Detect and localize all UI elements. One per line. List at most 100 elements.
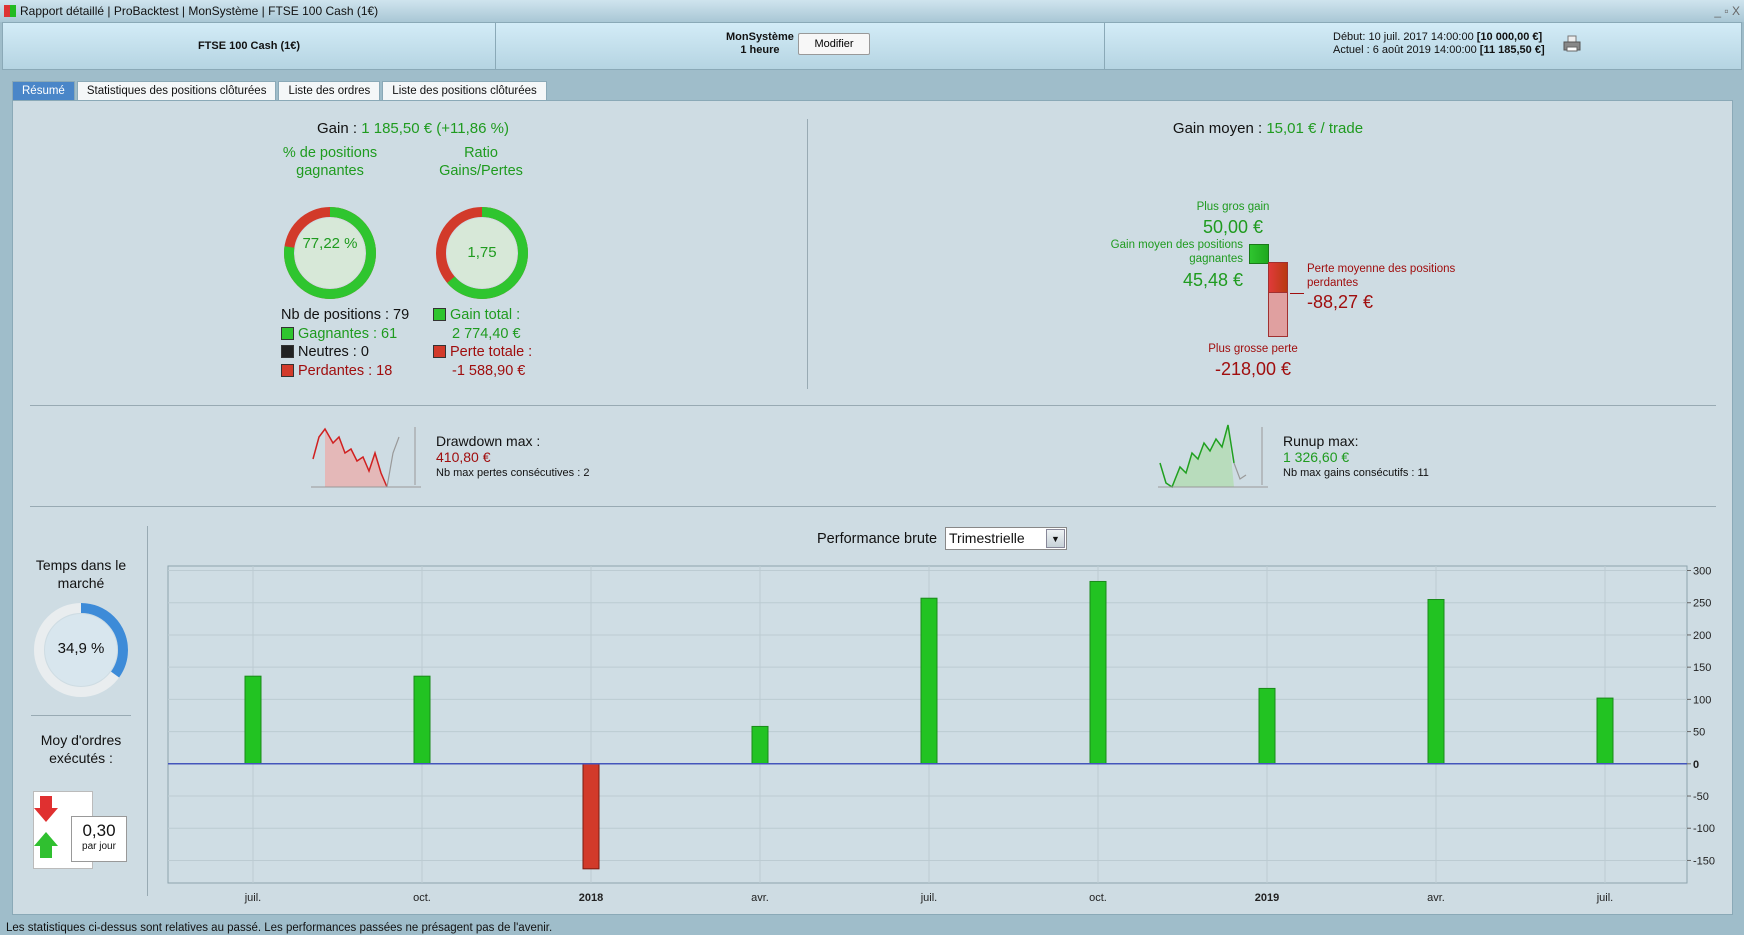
avg-win-bar (1249, 244, 1269, 264)
y-tick-label: 200 (1693, 630, 1711, 642)
worst-label: Plus grosse perte (1208, 343, 1298, 355)
winners-swatch (281, 326, 294, 340)
avg-win-label: Gain moyen des positions gagnantes (1110, 239, 1243, 265)
x-tick-label: 2018 (579, 892, 603, 904)
chevron-down-icon[interactable]: ▼ (1046, 529, 1065, 548)
report-header: FTSE 100 Cash (1€) MonSystème 1 heure Mo… (2, 22, 1742, 70)
y-tick-label: 250 (1693, 598, 1711, 610)
x-tick-label: avr. (1427, 892, 1445, 904)
divider (31, 715, 131, 716)
runup-value: 1 326,60 € (1283, 449, 1350, 465)
total-loss-label: Perte totale : (450, 344, 533, 360)
total-gain: 2 774,40 € (452, 325, 521, 342)
x-tick-label: juil. (920, 892, 938, 904)
current-label: Actuel : (1333, 44, 1370, 56)
winners-count: Gagnantes : 61 (298, 325, 398, 342)
tab-order-list[interactable]: Liste des ordres (278, 81, 381, 101)
orders-value-box: 0,30 par jour (71, 816, 127, 862)
orders-unit: par jour (82, 841, 116, 852)
bar (582, 763, 600, 870)
drawdown-value: 410,80 € (436, 449, 491, 465)
bar (1258, 687, 1276, 765)
best-label: Plus gros gain (1196, 201, 1270, 213)
losers-swatch (281, 363, 294, 377)
total-gain-label: Gain total : (450, 307, 521, 323)
market-time-label: Temps dans le marché (35, 557, 127, 591)
y-tick-label: 0 (1693, 759, 1699, 771)
gain-label: Gain : (317, 120, 358, 137)
totals: Gain total : 2 774,40 € Perte totale : -… (433, 306, 532, 380)
app-icon (4, 5, 16, 17)
system-name: MonSystème (726, 31, 794, 43)
drawdown-sub: Nb max pertes consécutives : 2 (436, 467, 590, 479)
drawdown-info: Drawdown max : 410,80 € Nb max pertes co… (436, 433, 589, 481)
tab-closed-position-stats[interactable]: Statistiques des positions clôturées (76, 81, 277, 101)
worst-value: -218,00 € (1214, 359, 1292, 379)
start-value: [10 000,00 €] (1476, 31, 1543, 43)
win-pct-title: % de positions gagnantes (282, 145, 378, 179)
avg-gain-label: Gain moyen : (1172, 120, 1263, 137)
restore-button[interactable]: ▫ (1724, 4, 1728, 18)
close-button[interactable]: X (1732, 4, 1740, 18)
gain-summary: Gain : 1 185,50 € (+11,86 %) (213, 120, 613, 137)
window-controls[interactable]: _ ▫ X (1714, 0, 1740, 22)
divider (30, 405, 1716, 406)
divider (30, 506, 1716, 507)
start-date: 10 juil. 2017 14:00:00 (1368, 31, 1474, 43)
win-pct-value: 77,22 % (302, 235, 358, 252)
current-date: 6 août 2019 14:00:00 (1372, 44, 1477, 56)
y-tick-label: -150 (1693, 855, 1715, 867)
best-value: 50,00 € (1202, 217, 1264, 237)
nb-positions: Nb de positions : 79 (281, 307, 410, 323)
y-tick-label: 300 (1693, 566, 1711, 578)
runup-label: Runup max: (1283, 433, 1359, 449)
x-tick-label: juil. (244, 892, 262, 904)
bar (244, 675, 262, 765)
bar (920, 597, 938, 765)
market-time-value: 34,9 % (57, 640, 105, 657)
position-counts: Nb de positions : 79 Gagnantes : 61 Neut… (281, 306, 409, 380)
runup-info: Runup max: 1 326,60 € Nb max gains consé… (1283, 433, 1429, 481)
tab-closed-position-list[interactable]: Liste des positions clôturées (382, 81, 547, 101)
modify-button[interactable]: Modifier (798, 33, 870, 55)
x-tick-label: juil. (1596, 892, 1614, 904)
losers-count: Perdantes : 18 (298, 362, 393, 379)
instrument-name: FTSE 100 Cash (1€) (3, 23, 496, 69)
period-select[interactable]: Trimestrielle ▼ (945, 527, 1067, 550)
period-info: Début: 10 juil. 2017 14:00:00 [10 000,00… (1333, 31, 1545, 57)
performance-label: Performance brute (817, 531, 938, 547)
y-tick-label: 50 (1693, 727, 1705, 739)
ratio-title: Ratio Gains/Pertes (439, 145, 523, 179)
disclaimer: Les statistiques ci-dessus sont relative… (6, 922, 553, 934)
drawdown-label: Drawdown max : (436, 433, 541, 449)
gain-swatch (433, 308, 446, 321)
total-loss: -1 588,90 € (452, 362, 526, 379)
orders-value: 0,30 (82, 821, 116, 840)
tab-bar: Résumé Statistiques des positions clôtur… (12, 81, 547, 101)
x-tick-label: 2019 (1255, 892, 1279, 904)
timeframe: 1 heure (740, 44, 780, 56)
avg-gain-summary: Gain moyen : 15,01 € / trade (1068, 120, 1468, 137)
runup-sub: Nb max gains consécutifs : 11 (1283, 467, 1429, 479)
loss-swatch (433, 345, 446, 358)
y-tick-label: 100 (1693, 694, 1711, 706)
drawdown-chart-icon (311, 427, 421, 488)
y-tick-label: 150 (1693, 662, 1711, 674)
printer-icon[interactable] (1563, 35, 1581, 53)
y-tick-label: -50 (1693, 791, 1709, 803)
arrow-icon (1290, 293, 1304, 294)
x-tick-label: oct. (1089, 892, 1107, 904)
start-label: Début: (1333, 31, 1366, 43)
performance-chart: 300 250 200 150 100 50 0 -50 -100 -150 juil. oct. 20… (167, 565, 1715, 904)
avg-win-value: 45,48 € (1182, 270, 1243, 290)
minimize-button[interactable]: _ (1714, 4, 1721, 18)
current-value: [11 185,50 €] (1479, 44, 1545, 56)
bar (413, 675, 431, 765)
tab-resume[interactable]: Résumé (12, 81, 75, 101)
bar (1427, 599, 1445, 765)
neutral-swatch (281, 345, 294, 358)
win-pct-donut (284, 207, 376, 299)
x-tick-label: avr. (751, 892, 769, 904)
ratio-value: 1,75 (467, 244, 497, 261)
summary-panel: Gain : 1 185,50 € (+11,86 %) % de positi… (12, 100, 1733, 915)
